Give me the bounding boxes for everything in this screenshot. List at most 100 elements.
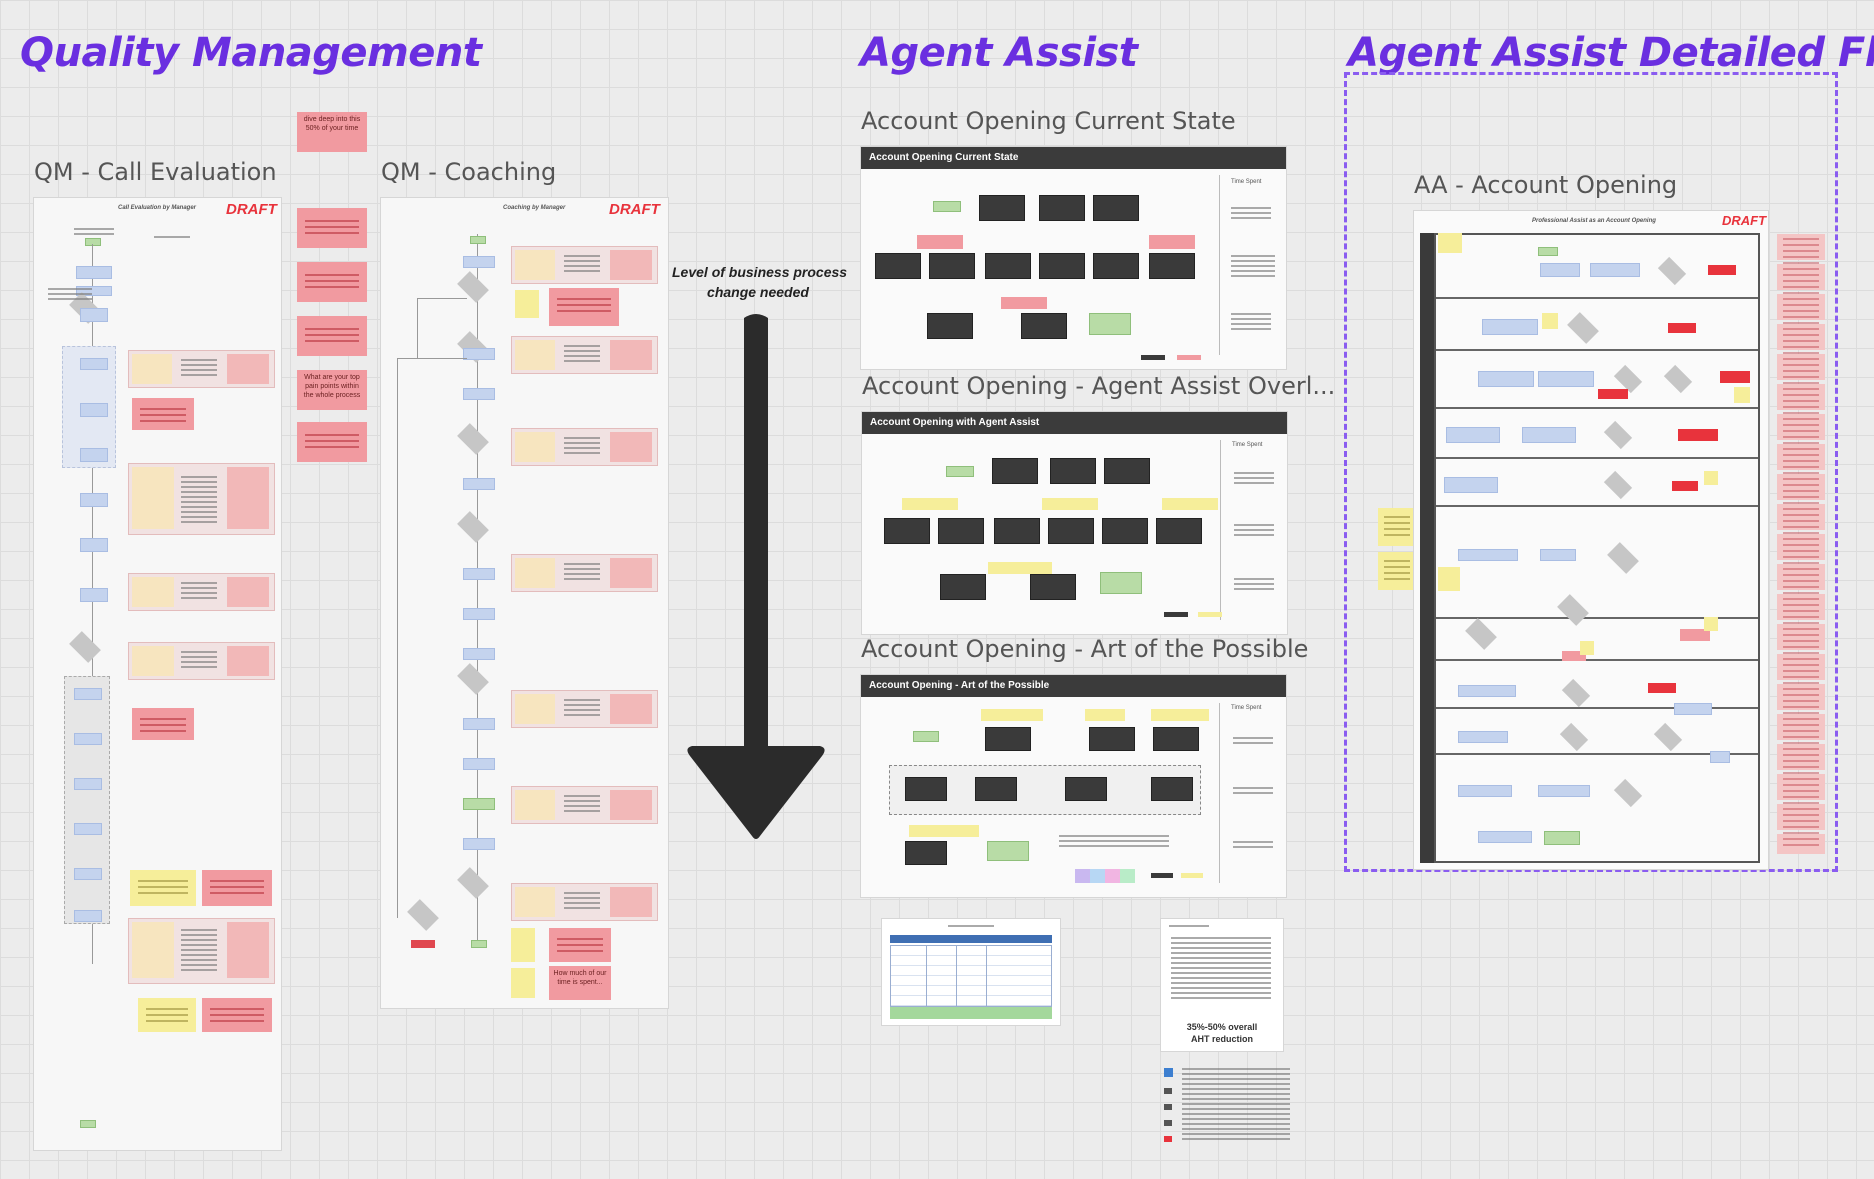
process-step[interactable]	[80, 308, 108, 322]
sticky-note[interactable]	[1668, 323, 1696, 333]
process-box[interactable]	[1102, 518, 1148, 544]
decision-node[interactable]	[457, 423, 489, 455]
process-box[interactable]	[905, 841, 947, 865]
process-box[interactable]	[1021, 313, 1067, 339]
sticky-note[interactable]	[1678, 429, 1718, 441]
sticky-note[interactable]	[1542, 313, 1558, 329]
process-step[interactable]	[463, 758, 495, 770]
card-group[interactable]	[511, 883, 658, 921]
process-step[interactable]	[1540, 549, 1576, 561]
sticky-note[interactable]	[202, 870, 272, 906]
sticky-note[interactable]	[511, 928, 535, 962]
process-box[interactable]	[994, 518, 1040, 544]
process-box[interactable]	[905, 777, 947, 801]
sticky-note[interactable]	[1378, 508, 1416, 546]
sticky-note[interactable]	[1672, 481, 1698, 491]
sticky-note[interactable]	[917, 235, 963, 249]
process-box[interactable]	[1093, 253, 1139, 279]
sticky-note[interactable]	[515, 290, 539, 318]
process-step[interactable]	[1458, 785, 1512, 797]
sticky-note[interactable]	[1704, 471, 1718, 485]
sticky-note[interactable]	[902, 498, 958, 510]
process-step[interactable]	[1458, 549, 1518, 561]
process-box[interactable]	[940, 574, 986, 600]
decision-node[interactable]	[69, 631, 101, 663]
coaching-board[interactable]: Coaching by Manager DRAFT How much of ou…	[380, 197, 669, 1009]
card-group[interactable]	[511, 246, 658, 284]
process-step[interactable]	[1446, 427, 1500, 443]
process-step[interactable]	[1478, 371, 1534, 387]
process-step[interactable]	[1710, 751, 1730, 763]
sticky-note[interactable]	[297, 262, 367, 302]
card-group[interactable]	[128, 918, 275, 984]
process-step[interactable]	[463, 256, 495, 268]
sticky-note[interactable]	[297, 316, 367, 356]
process-step[interactable]	[463, 718, 495, 730]
process-box[interactable]	[985, 253, 1031, 279]
process-step[interactable]	[463, 348, 495, 360]
detailed-flow-board[interactable]: Professional Assist as an Account Openin…	[1413, 210, 1769, 870]
sticky-note[interactable]	[1720, 371, 1750, 383]
sticky-note[interactable]	[1704, 617, 1718, 631]
process-step[interactable]	[76, 266, 112, 279]
sticky-note[interactable]	[1708, 265, 1736, 275]
card-group[interactable]	[128, 350, 275, 388]
process-step[interactable]	[80, 358, 108, 370]
sticky-note[interactable]	[1378, 552, 1416, 590]
process-step[interactable]	[1538, 371, 1594, 387]
process-step[interactable]	[80, 448, 108, 462]
process-step[interactable]	[80, 588, 108, 602]
summary-table-card[interactable]	[881, 918, 1061, 1026]
process-step[interactable]	[74, 910, 102, 922]
process-step[interactable]	[463, 388, 495, 400]
process-box[interactable]	[992, 458, 1038, 484]
process-step[interactable]	[463, 568, 495, 580]
process-box[interactable]	[927, 313, 973, 339]
card-group[interactable]	[511, 786, 658, 824]
process-box[interactable]	[884, 518, 930, 544]
sticky-note[interactable]	[1598, 389, 1628, 399]
process-step[interactable]	[1478, 831, 1532, 843]
sticky-note[interactable]	[549, 928, 611, 962]
sticky-note[interactable]	[297, 208, 367, 248]
ao-art-of-possible-board[interactable]: Account Opening - Art of the Possible Ti…	[860, 674, 1287, 898]
sticky-note[interactable]	[1580, 641, 1594, 655]
process-box[interactable]	[938, 518, 984, 544]
process-box[interactable]	[1030, 574, 1076, 600]
process-box[interactable]	[1039, 195, 1085, 221]
process-box[interactable]	[1065, 777, 1107, 801]
card-group[interactable]	[511, 690, 658, 728]
process-box[interactable]	[1093, 195, 1139, 221]
sticky-note[interactable]	[132, 708, 194, 740]
frame-label-ao-possible[interactable]: Account Opening - Art of the Possible	[861, 635, 1308, 663]
sticky-how-much[interactable]: How much of our time is spent...	[549, 966, 611, 1000]
ao-current-state-board[interactable]: Account Opening Current State Time Spent	[860, 146, 1287, 370]
process-step[interactable]	[1674, 703, 1712, 715]
process-box[interactable]	[1050, 458, 1096, 484]
sticky-note[interactable]	[981, 709, 1043, 721]
sticky-dive-deep[interactable]: dive deep into this 50% of your time	[297, 112, 367, 152]
sticky-note[interactable]	[138, 998, 196, 1032]
frame-label-qm-coaching[interactable]: QM - Coaching	[381, 158, 556, 186]
process-box[interactable]	[1039, 253, 1085, 279]
sticky-note[interactable]	[297, 422, 367, 462]
process-box[interactable]	[1104, 458, 1150, 484]
card-group[interactable]	[128, 573, 275, 611]
decision-node[interactable]	[407, 899, 439, 931]
process-step-green[interactable]	[463, 798, 495, 810]
sticky-note[interactable]	[549, 288, 619, 326]
process-box[interactable]	[1149, 253, 1195, 279]
process-step[interactable]	[80, 538, 108, 552]
process-step[interactable]	[74, 778, 102, 790]
process-box[interactable]	[1048, 518, 1094, 544]
sticky-note[interactable]	[511, 968, 535, 998]
card-group[interactable]	[511, 428, 658, 466]
process-step[interactable]	[1522, 427, 1576, 443]
sticky-note[interactable]	[1438, 567, 1460, 591]
sticky-note[interactable]	[909, 825, 979, 837]
process-box[interactable]	[975, 777, 1017, 801]
process-box[interactable]	[1089, 727, 1135, 751]
process-step[interactable]	[1540, 263, 1580, 277]
process-box[interactable]	[985, 727, 1031, 751]
sticky-note[interactable]	[1648, 683, 1676, 693]
